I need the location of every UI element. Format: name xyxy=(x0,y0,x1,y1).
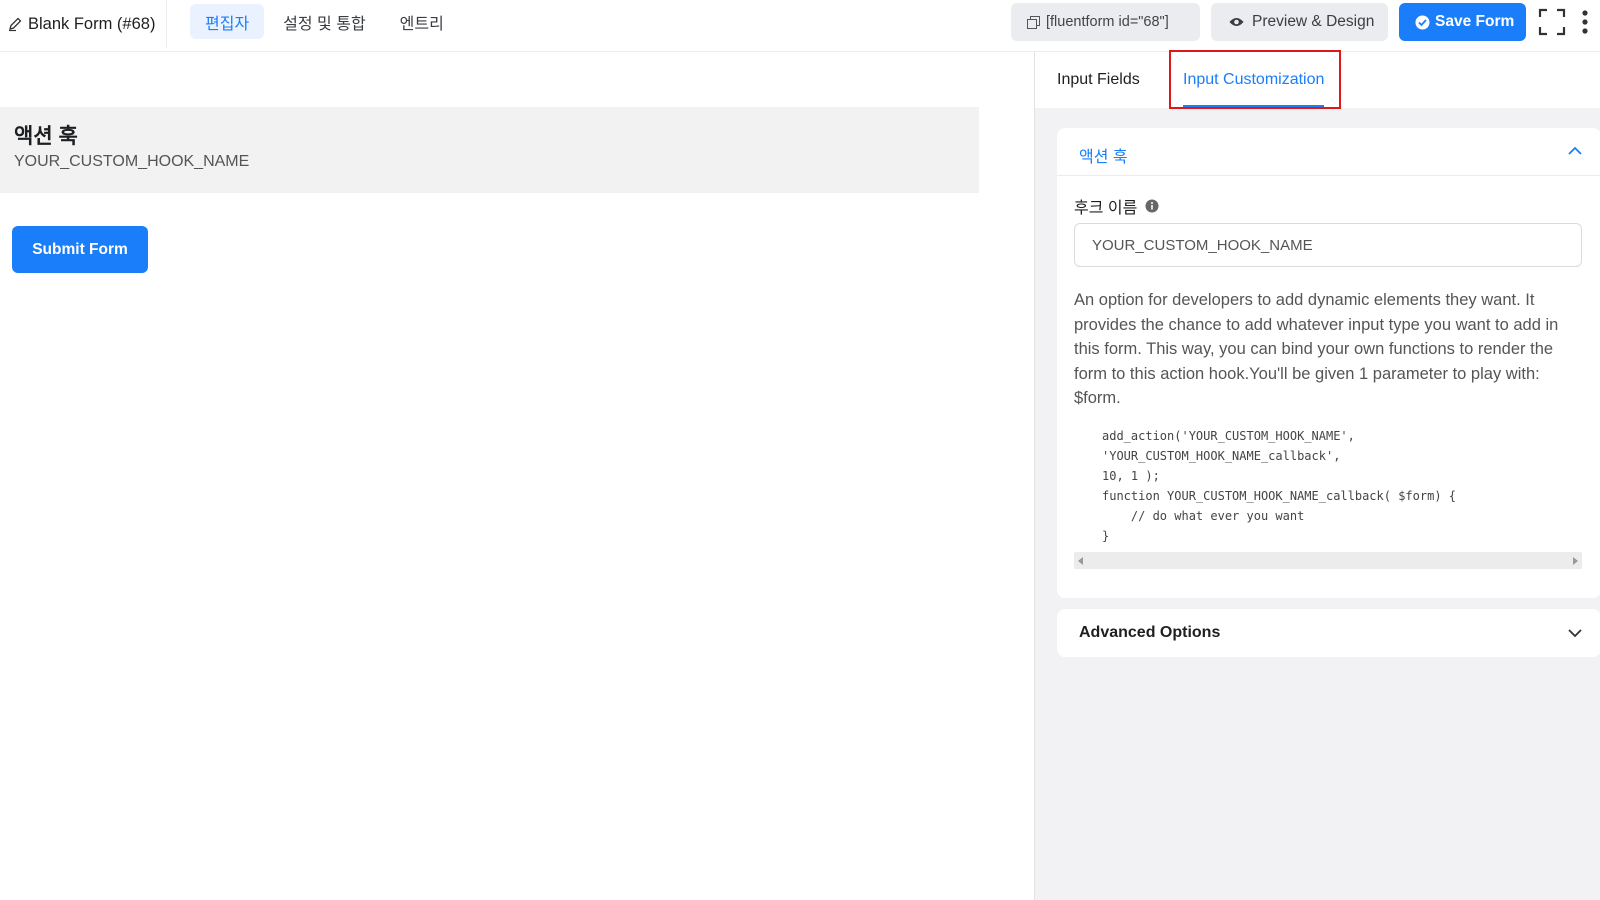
tab-settings-integrations[interactable]: 설정 및 통합 xyxy=(268,4,381,39)
horizontal-scrollbar[interactable] xyxy=(1074,552,1582,569)
form-title-area: Blank Form (#68) xyxy=(0,0,167,48)
action-hook-settings-card: 액션 훅 후크 이름 An option for developers to a… xyxy=(1057,128,1600,598)
section-title: 액션 훅 xyxy=(1079,149,1128,166)
chevron-down-icon[interactable] xyxy=(1567,627,1583,639)
more-options-icon[interactable] xyxy=(1580,8,1590,36)
save-label: Save Form xyxy=(1435,13,1515,30)
action-hook-block[interactable]: 액션 훅 YOUR_CUSTOM_HOOK_NAME xyxy=(0,107,979,193)
top-bar: Blank Form (#68) 편집자 설정 및 통합 엔트리 [fluent… xyxy=(0,0,1600,52)
preview-design-button[interactable]: Preview & Design xyxy=(1211,3,1388,41)
info-icon[interactable] xyxy=(1145,199,1159,213)
block-title: 액션 훅 xyxy=(14,125,78,148)
tab-editor[interactable]: 편집자 xyxy=(190,4,265,39)
sidebar: Input Fields Input Customization 액션 훅 후크… xyxy=(1034,50,1600,900)
form-title: Blank Form (#68) xyxy=(28,14,156,33)
section-header[interactable]: 액션 훅 xyxy=(1057,128,1600,176)
hook-name-label: 후크 이름 xyxy=(1074,194,1159,218)
hook-name-input[interactable] xyxy=(1074,223,1582,267)
chevron-up-icon[interactable] xyxy=(1567,145,1583,157)
check-circle-icon xyxy=(1415,15,1430,29)
fullscreen-icon[interactable] xyxy=(1538,8,1566,36)
shortcode-copy-button[interactable]: [fluentform id="68"] xyxy=(1011,3,1200,41)
sidebar-tabs: Input Fields Input Customization xyxy=(1035,50,1600,109)
eye-icon xyxy=(1229,18,1244,26)
tab-input-fields[interactable]: Input Fields xyxy=(1057,52,1140,108)
block-hook-name: YOUR_CUSTOM_HOOK_NAME xyxy=(14,153,250,170)
hook-name-label-text: 후크 이름 xyxy=(1074,200,1138,217)
scroll-right-icon[interactable] xyxy=(1573,557,1578,565)
highlight-box xyxy=(1169,50,1341,109)
code-example: add_action('YOUR_CUSTOM_HOOK_NAME', 'YOU… xyxy=(1074,426,1582,546)
preview-label: Preview & Design xyxy=(1252,13,1375,30)
copy-icon xyxy=(1027,15,1040,29)
main-nav: 편집자 설정 및 통합 엔트리 xyxy=(190,4,459,39)
advanced-options-section[interactable]: Advanced Options xyxy=(1057,609,1600,657)
tab-entries[interactable]: 엔트리 xyxy=(385,4,459,39)
code-snippet: add_action('YOUR_CUSTOM_HOOK_NAME', 'YOU… xyxy=(1102,429,1457,543)
shortcode-text: [fluentform id="68"] xyxy=(1046,14,1169,30)
edit-pen-icon[interactable] xyxy=(7,16,23,32)
save-form-button[interactable]: Save Form xyxy=(1399,3,1526,41)
scroll-left-icon[interactable] xyxy=(1078,557,1083,565)
advanced-options-label: Advanced Options xyxy=(1079,624,1221,641)
submit-form-button[interactable]: Submit Form xyxy=(12,226,148,273)
help-text: An option for developers to add dynamic … xyxy=(1074,291,1559,407)
